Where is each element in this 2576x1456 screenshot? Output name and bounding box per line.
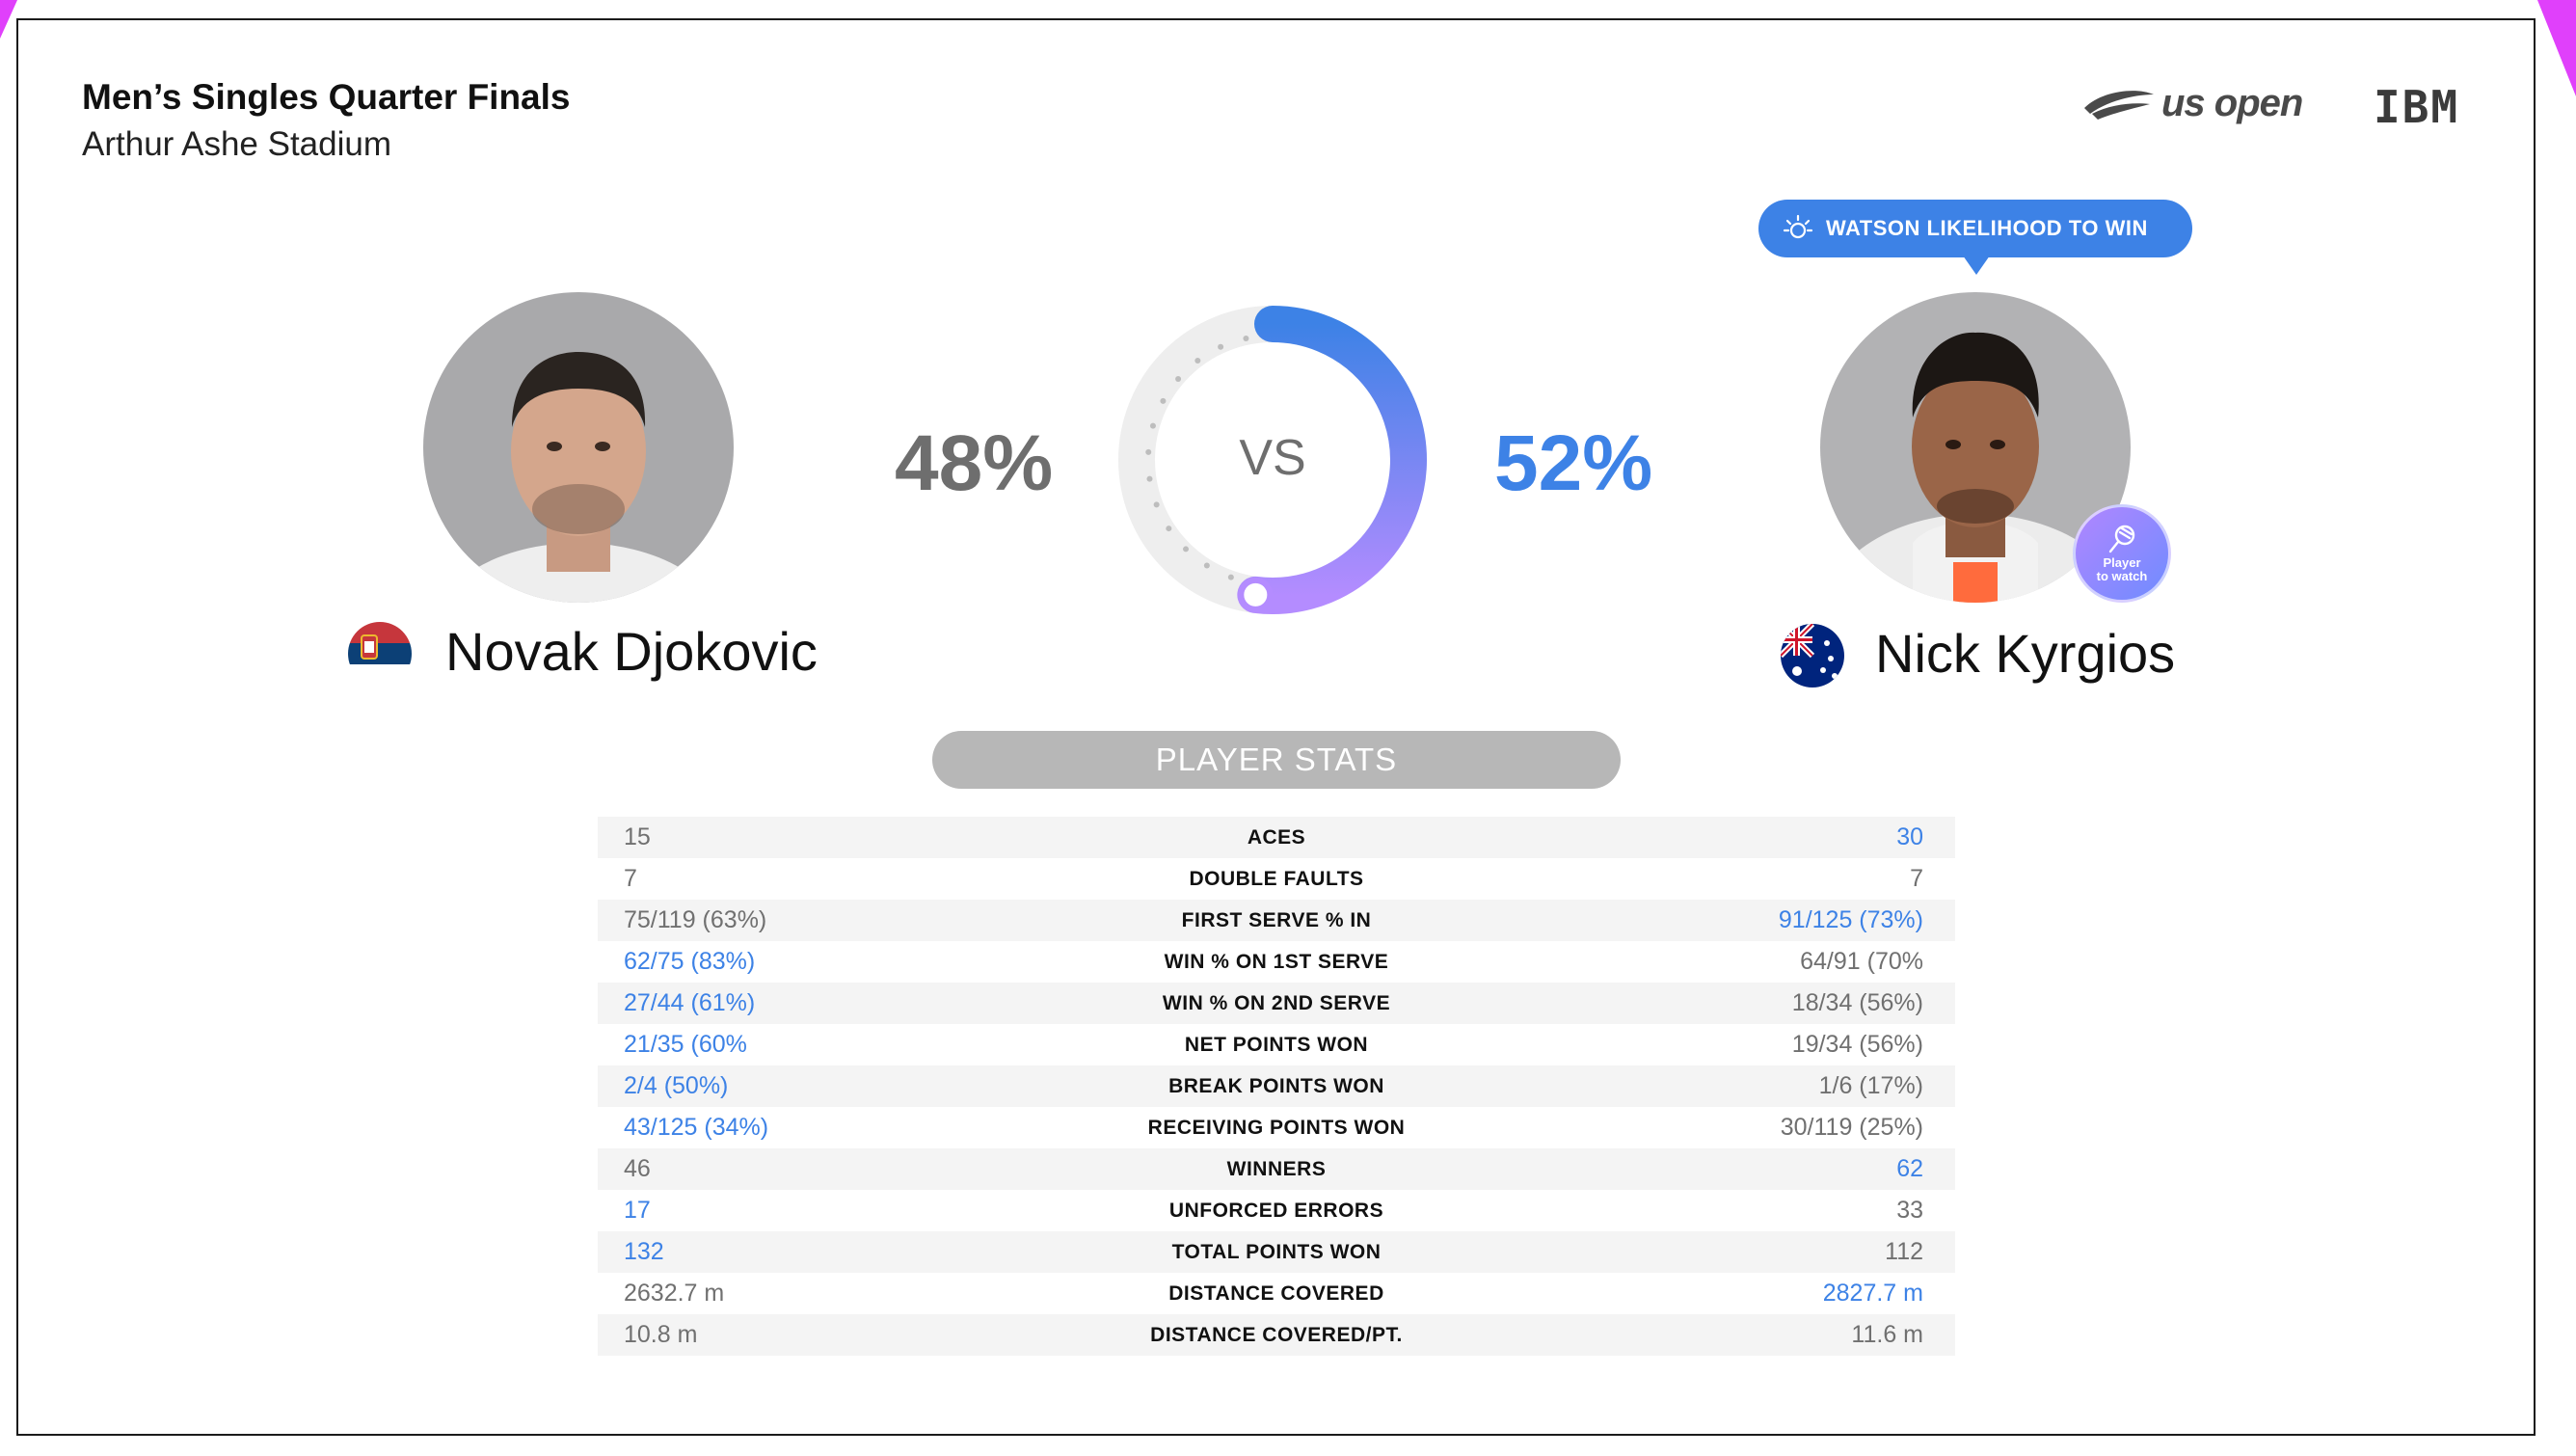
stat-value-kyrgios: 91/125 (73%) [1778,906,1923,933]
stat-value-kyrgios: 2827.7 m [1822,1280,1923,1307]
donut-dot [1149,422,1156,429]
venue-name: Arthur Ashe Stadium [82,125,391,163]
stat-label: BREAK POINTS WON [1168,1074,1384,1097]
stats-row: 46 WINNERS 62 [598,1148,1955,1190]
stats-row: 17 UNFORCED ERRORS 33 [598,1190,1955,1231]
stat-value-djokovic: 21/35 (60% [624,1031,747,1058]
stat-value-djokovic: 43/125 (34%) [624,1114,769,1141]
stat-value-djokovic: 132 [624,1238,664,1265]
donut-dot [1166,526,1172,532]
player-to-watch-badge[interactable]: Player to watch [2073,504,2171,603]
ibm-logo: IBM [2374,81,2459,133]
stat-value-djokovic: 10.8 m [624,1321,698,1348]
usopen-logo: us open [2082,82,2303,125]
serbia-flag-icon [348,622,412,686]
player-name-kyrgios[interactable]: Nick Kyrgios [1875,622,2175,685]
donut-dot [1243,335,1249,341]
badge-line-1: Player [2103,555,2141,570]
stat-label: FIRST SERVE % IN [1181,908,1372,931]
stat-value-djokovic: 2632.7 m [624,1280,725,1307]
stat-value-djokovic: 17 [624,1197,651,1224]
stat-value-djokovic: 62/75 (83%) [624,948,756,975]
stats-row: 43/125 (34%) RECEIVING POINTS WON 30/119 (… [598,1107,1955,1148]
stats-row: 2/4 (50%) BREAK POINTS WON 1/6 (17%) [598,1065,1955,1107]
corner-accent-left [0,0,17,39]
donut-dot [1153,501,1160,508]
usopen-ball-icon [2084,90,2154,120]
stat-label: DISTANCE COVERED [1168,1281,1384,1305]
stat-value-djokovic: 15 [624,823,651,850]
stats-row: 15 ACES 30 [598,817,1955,858]
stat-value-kyrgios: 112 [1885,1238,1923,1265]
stat-value-djokovic: 46 [624,1155,651,1182]
donut-dot [1227,574,1234,580]
stat-value-kyrgios: 11.6 m [1851,1321,1923,1348]
player-name-djokovic[interactable]: Novak Djokovic [445,620,818,683]
stat-label: TOTAL POINTS WON [1171,1240,1382,1263]
donut-dot [1218,343,1224,350]
stat-value-kyrgios: 30/119 (25%) [1780,1114,1923,1141]
player-stats-header[interactable]: PLAYER STATS [932,731,1621,789]
watson-likelihood-label: WATSON LIKELIHOOD TO WIN [1758,200,2192,275]
donut-dot [1160,397,1167,404]
ibm-wordmark: IBM [2374,81,2460,133]
donut-dot [1183,546,1190,553]
donut-knob [1238,577,1274,612]
stat-value-kyrgios: 30 [1896,823,1923,850]
australia-flag-icon [1781,624,1844,688]
stat-label: RECEIVING POINTS WON [1147,1116,1406,1139]
stat-value-djokovic: 2/4 (50%) [624,1072,729,1099]
stats-row: 21/35 (60% NET POINTS WON 19/34 (56%) [598,1024,1955,1065]
stats-table: 15 ACES 30 7 DOUBLE FAULTS 7 75/119 (63%) FIRST… [598,817,1955,1356]
watson-label-text: WATSON LIKELIHOOD TO WIN [1826,216,2148,240]
stat-value-kyrgios: 19/34 (56%) [1791,1031,1923,1058]
stats-row: 2632.7 m DISTANCE COVERED 2827.7 m [598,1273,1955,1314]
usopen-wordmark: us open [2161,82,2303,124]
likelihood-donut: VS [1114,301,1432,619]
stat-label: NET POINTS WON [1184,1033,1369,1056]
stat-label: WIN % ON 1ST SERVE [1164,950,1389,973]
stat-value-kyrgios: 18/34 (56%) [1791,989,1923,1016]
likelihood-kyrgios: 52% [1494,419,1653,507]
likelihood-djokovic: 48% [895,419,1054,507]
stat-value-kyrgios: 64/91 (70% [1800,948,1923,975]
stat-label: WIN % ON 2ND SERVE [1162,991,1391,1014]
stat-label: ACES [1247,825,1306,849]
donut-dot [1203,562,1210,569]
stat-value-djokovic: 7 [624,865,637,892]
donut-dot [1145,448,1152,455]
badge-line-2: to watch [2096,569,2148,583]
stat-value-kyrgios: 62 [1896,1155,1923,1182]
stats-row: 7 DOUBLE FAULTS 7 [598,858,1955,900]
stat-label: DOUBLE FAULTS [1189,867,1364,890]
donut-dot [1175,376,1182,383]
stats-row: 132 TOTAL POINTS WON 112 [598,1231,1955,1273]
stat-value-kyrgios: 7 [1910,865,1923,892]
stat-label: DISTANCE COVERED/PT. [1150,1323,1403,1346]
tennis-racket-icon [2108,525,2135,553]
stats-row: 10.8 m DISTANCE COVERED/PT. 11.6 m [598,1314,1955,1356]
match-title: Men’s Singles Quarter Finals [82,77,571,117]
stats-row: 27/44 (61%) WIN % ON 2ND SERVE 18/34 (56%) [598,983,1955,1024]
watson-icon [1784,214,1812,239]
donut-dot [1146,475,1153,482]
stat-value-kyrgios: 33 [1896,1197,1923,1224]
vs-label: VS [1239,430,1305,486]
likelihood-donut-chart: VS [1118,306,1427,614]
stat-label: UNFORCED ERRORS [1168,1199,1384,1222]
stats-row: 62/75 (83%) WIN % ON 1ST SERVE 64/91 (70% [598,941,1955,983]
stat-label: WINNERS [1226,1157,1327,1180]
stats-row: 75/119 (63%) FIRST SERVE % IN 91/125 (73%) [598,900,1955,941]
stat-value-djokovic: 27/44 (61%) [624,989,756,1016]
stat-value-djokovic: 75/119 (63%) [624,906,767,933]
donut-dot [1194,358,1201,364]
corner-accent-right [2537,0,2576,96]
player-avatar-djokovic[interactable] [423,292,734,603]
stat-value-kyrgios: 1/6 (17%) [1818,1072,1923,1099]
